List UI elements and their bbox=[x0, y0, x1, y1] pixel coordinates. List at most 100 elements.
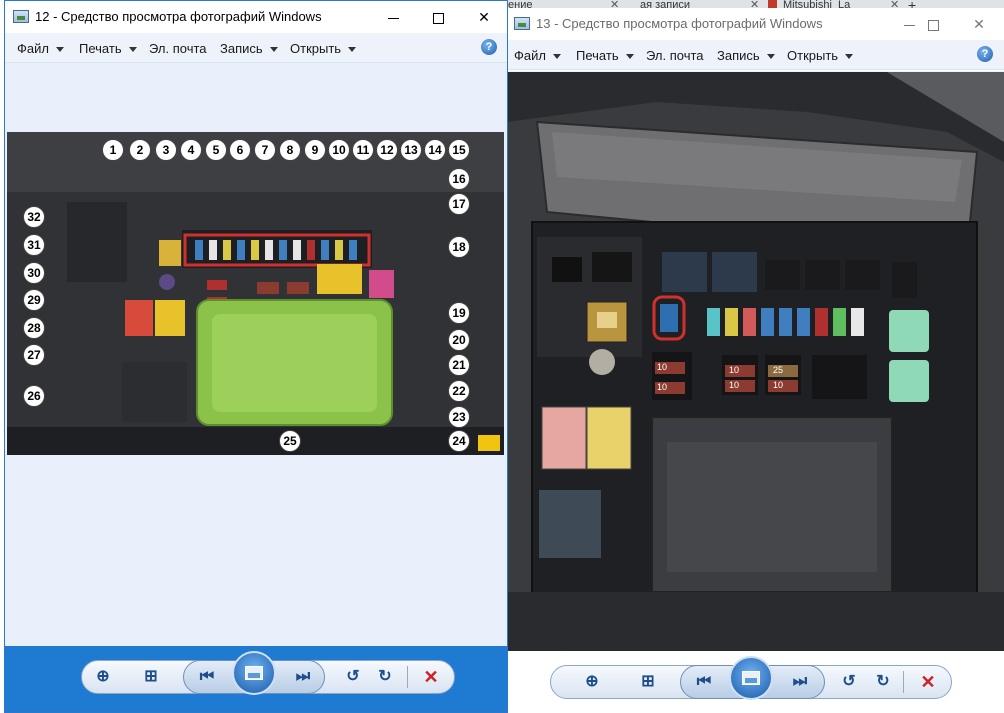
slideshow-button[interactable] bbox=[729, 656, 773, 700]
slideshow-icon bbox=[742, 671, 760, 685]
callout-12: 12 bbox=[376, 139, 398, 161]
callout-26: 26 bbox=[23, 385, 45, 407]
callout-31: 31 bbox=[23, 234, 45, 256]
menu-file[interactable]: Файл bbox=[17, 41, 64, 56]
callout-7: 7 bbox=[254, 139, 276, 161]
menu-bar: Файл Печать Эл. почта Запись Открыть ? bbox=[506, 40, 1004, 70]
menu-email[interactable]: Эл. почта bbox=[646, 48, 704, 63]
chevron-down-icon bbox=[766, 54, 775, 60]
chevron-down-icon bbox=[845, 54, 854, 60]
menu-open[interactable]: Открыть bbox=[787, 48, 854, 63]
slideshow-icon bbox=[245, 666, 263, 680]
rotate-cw-icon[interactable]: ↻ bbox=[871, 671, 895, 693]
fuse-rating-label: 10 bbox=[729, 365, 740, 375]
menu-burn[interactable]: Запись bbox=[220, 41, 278, 56]
callout-18: 18 bbox=[448, 236, 470, 258]
callout-3: 3 bbox=[155, 139, 177, 161]
photo-viewer-app-icon bbox=[514, 17, 530, 30]
callout-15: 15 bbox=[448, 139, 470, 161]
callout-11: 11 bbox=[352, 139, 374, 161]
callout-6: 6 bbox=[229, 139, 251, 161]
chevron-down-icon bbox=[269, 47, 278, 53]
maximize-icon bbox=[927, 19, 939, 31]
fuse-rating-label: 10 bbox=[657, 382, 668, 392]
chevron-down-icon bbox=[348, 47, 357, 53]
fuse-rating-label: 10 bbox=[773, 380, 784, 390]
next-icon[interactable]: ⏭ bbox=[291, 666, 315, 688]
photo-viewer-window-13: 13 - Средство просмотра фотографий Windo… bbox=[505, 8, 1004, 713]
title-bar[interactable]: 13 - Средство просмотра фотографий Windo… bbox=[506, 8, 1004, 40]
delete-icon[interactable]: ✕ bbox=[916, 671, 940, 693]
actual-size-icon[interactable]: ⊞ bbox=[139, 666, 163, 688]
fuse-rating-label: 10 bbox=[729, 380, 740, 390]
callout-27: 27 bbox=[23, 344, 45, 366]
menu-email[interactable]: Эл. почта bbox=[149, 41, 207, 56]
slideshow-button[interactable] bbox=[232, 651, 276, 695]
callout-14: 14 bbox=[424, 139, 446, 161]
window-title: 12 - Средство просмотра фотографий Windo… bbox=[35, 9, 322, 24]
rotate-cw-icon[interactable]: ↻ bbox=[373, 666, 397, 688]
callout-25: 25 bbox=[279, 430, 301, 452]
fuse-diagram-photo: 1 2 3 4 5 6 7 8 9 10 11 12 13 14 15 16 1… bbox=[7, 132, 504, 455]
menu-burn[interactable]: Запись bbox=[717, 48, 775, 63]
callout-24: 24 bbox=[448, 430, 470, 452]
maximize-button[interactable] bbox=[415, 1, 461, 33]
minimize-button[interactable] bbox=[370, 1, 416, 33]
callout-16: 16 bbox=[448, 168, 470, 190]
callout-30: 30 bbox=[23, 262, 45, 284]
menu-open[interactable]: Открыть bbox=[290, 41, 357, 56]
close-button[interactable]: ✕ bbox=[956, 8, 1002, 40]
callout-2: 2 bbox=[129, 139, 151, 161]
chevron-down-icon bbox=[55, 47, 64, 53]
help-icon[interactable]: ? bbox=[977, 46, 993, 62]
callout-17: 17 bbox=[448, 193, 470, 215]
fuse-rating-label: 10 bbox=[657, 362, 668, 372]
toolbar-separator bbox=[903, 671, 904, 693]
chevron-down-icon bbox=[128, 47, 137, 53]
previous-icon[interactable]: ⏮ bbox=[692, 671, 716, 693]
actual-size-icon[interactable]: ⊞ bbox=[636, 671, 660, 693]
callout-13: 13 bbox=[400, 139, 422, 161]
zoom-icon[interactable]: ⊕ bbox=[91, 666, 115, 688]
help-icon[interactable]: ? bbox=[481, 39, 497, 55]
next-icon[interactable]: ⏭ bbox=[788, 671, 812, 693]
photo-viewer-window-12: 12 - Средство просмотра фотографий Windo… bbox=[4, 0, 508, 713]
previous-icon[interactable]: ⏮ bbox=[195, 666, 219, 688]
rotate-ccw-icon[interactable]: ↺ bbox=[837, 671, 861, 693]
callout-23: 23 bbox=[448, 406, 470, 428]
title-bar[interactable]: 12 - Средство просмотра фотографий Windo… bbox=[5, 1, 507, 33]
wrench-icon bbox=[478, 435, 500, 451]
viewer-toolbar: ⊕ ⊞ ⏮ ⏭ ↺ ↻ ✕ bbox=[5, 646, 507, 712]
callout-32: 32 bbox=[23, 206, 45, 228]
photo-viewer-app-icon bbox=[13, 10, 29, 23]
callout-8: 8 bbox=[279, 139, 301, 161]
menu-print[interactable]: Печать bbox=[79, 41, 137, 56]
toolbar-separator bbox=[407, 666, 408, 688]
callout-21: 21 bbox=[448, 354, 470, 376]
callout-29: 29 bbox=[23, 289, 45, 311]
menu-print[interactable]: Печать bbox=[576, 48, 634, 63]
menu-file[interactable]: Файл bbox=[514, 48, 561, 63]
engine-fuse-box-photo: 10 10 10 10 25 10 bbox=[507, 72, 1004, 652]
callout-4: 4 bbox=[180, 139, 202, 161]
chevron-down-icon bbox=[552, 54, 561, 60]
callout-10: 10 bbox=[328, 139, 350, 161]
window-title: 13 - Средство просмотра фотографий Windo… bbox=[536, 16, 823, 31]
callout-19: 19 bbox=[448, 302, 470, 324]
callout-22: 22 bbox=[448, 380, 470, 402]
viewer-toolbar: ⊕ ⊞ ⏮ ⏭ ↺ ↻ ✕ bbox=[506, 651, 1004, 713]
chevron-down-icon bbox=[625, 54, 634, 60]
delete-icon[interactable]: ✕ bbox=[419, 666, 443, 688]
callout-28: 28 bbox=[23, 317, 45, 339]
maximize-icon bbox=[432, 12, 444, 24]
callout-9: 9 bbox=[304, 139, 326, 161]
minimize-icon bbox=[387, 17, 399, 19]
zoom-icon[interactable]: ⊕ bbox=[580, 671, 604, 693]
callout-5: 5 bbox=[205, 139, 227, 161]
callout-20: 20 bbox=[448, 329, 470, 351]
rotate-ccw-icon[interactable]: ↺ bbox=[341, 666, 365, 688]
desktop: ение ✕ ая записи ✕ Mitsubishi_La ✕ + 13 … bbox=[0, 0, 1004, 713]
close-button[interactable]: ✕ bbox=[461, 1, 507, 33]
callout-1: 1 bbox=[102, 139, 124, 161]
maximize-button[interactable] bbox=[910, 8, 956, 40]
